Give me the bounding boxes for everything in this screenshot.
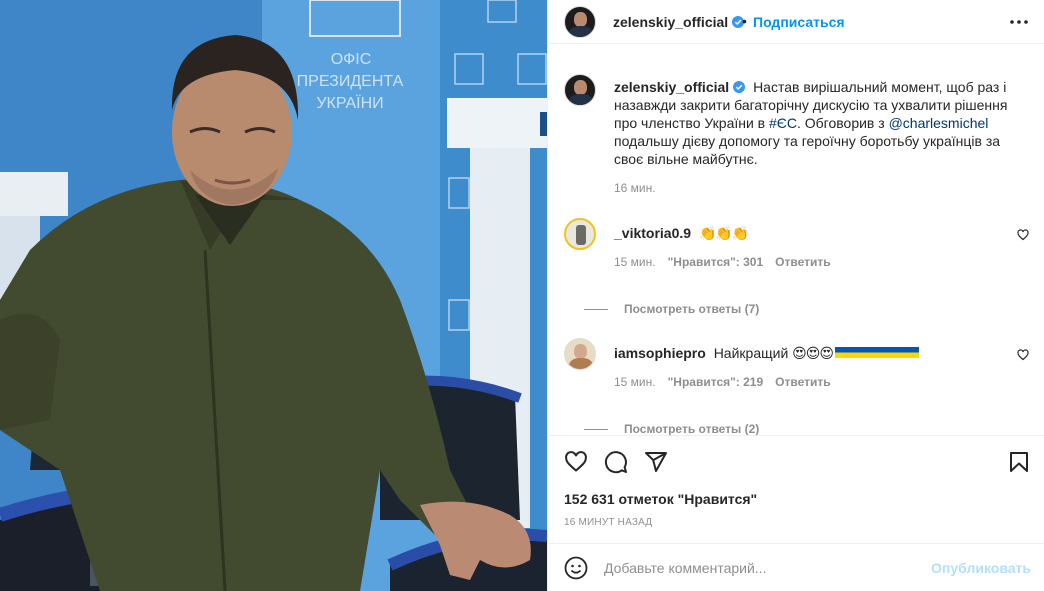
caption-username[interactable]: zelenskiy_official: [614, 79, 746, 95]
bookmark-icon[interactable]: [1007, 450, 1031, 474]
view-replies-button[interactable]: Посмотреть ответы (7): [584, 302, 759, 316]
caption-avatar[interactable]: [564, 74, 596, 106]
comment-item: iamsophiepro Найкращий 😍😍😍 15 мин. "Нрав…: [564, 338, 1029, 435]
instagram-post: ОФІС ПРЕЗИДЕНТА УКРАЇНИ zelenskiy_offici…: [0, 0, 1044, 591]
caption-body-3: подальшу дієву допомогу та героїчну боро…: [614, 133, 1001, 167]
post-actions: 152 631 отметок "Нравится" 16 минут наза…: [548, 435, 1044, 543]
more-horizontal-icon[interactable]: [1007, 10, 1031, 34]
publish-button[interactable]: Опубликовать: [931, 560, 1031, 576]
caption-time[interactable]: 16 мин.: [614, 181, 656, 195]
comment-like-icon[interactable]: [1017, 349, 1029, 361]
comment-item: _viktoria0.9 👏👏👏 15 мин. "Нравится": 301…: [564, 218, 1029, 328]
reply-button[interactable]: Ответить: [775, 255, 830, 269]
author-username[interactable]: zelenskiy_official: [613, 14, 745, 30]
sign-line-3: УКРАЇНИ: [316, 94, 383, 112]
comment-username[interactable]: iamsophiepro: [614, 345, 706, 361]
reply-button[interactable]: Ответить: [775, 375, 830, 389]
view-replies-label: Посмотреть ответы (7): [624, 302, 760, 316]
sign-line-1: ОФІС: [331, 51, 372, 68]
comment-meta: 15 мин. "Нравится": 301 Ответить: [614, 255, 831, 269]
caption-meta: 16 мин.: [614, 181, 656, 195]
header-separator: •: [742, 13, 747, 29]
comment-username[interactable]: _viktoria0.9: [614, 225, 691, 241]
comment-body: 👏👏👏: [698, 225, 749, 241]
photo-illustration: ОФІС ПРЕЗИДЕНТА УКРАЇНИ: [0, 0, 547, 591]
comments-list[interactable]: zelenskiy_official Настав вирішальний мо…: [548, 45, 1044, 435]
view-replies-label: Посмотреть ответы (2): [624, 422, 760, 435]
caption-text: zelenskiy_official Настав вирішальний мо…: [614, 78, 1014, 168]
caption: zelenskiy_official Настав вирішальний мо…: [564, 74, 1029, 204]
heart-icon[interactable]: [564, 450, 588, 474]
follow-button[interactable]: Подписаться: [753, 14, 845, 30]
share-icon[interactable]: [644, 450, 668, 474]
replies-divider: [584, 428, 608, 430]
comment-likes-count[interactable]: "Нравится": 219: [668, 375, 764, 389]
comment-time[interactable]: 15 мин.: [614, 255, 656, 269]
sign-line-2: ПРЕЗИДЕНТА: [297, 73, 404, 90]
ukraine-flag-icon: [834, 347, 919, 358]
emoji-icon[interactable]: [564, 556, 588, 580]
post-header: zelenskiy_official • Подписаться: [548, 0, 1044, 44]
caption-body-2: . Обговорив з: [796, 115, 889, 131]
comment-text: iamsophiepro Найкращий 😍😍😍: [614, 344, 1014, 362]
view-replies-button[interactable]: Посмотреть ответы (2): [584, 422, 759, 435]
comment-avatar[interactable]: [564, 218, 596, 250]
comment-icon[interactable]: [604, 450, 628, 474]
comment-avatar[interactable]: [564, 338, 596, 370]
author-avatar[interactable]: [564, 6, 596, 38]
replies-divider: [584, 308, 608, 310]
post-details-panel: zelenskiy_official • Подписаться zelensk…: [547, 0, 1044, 591]
post-timestamp[interactable]: 16 минут назад: [564, 517, 652, 528]
comment-meta: 15 мин. "Нравится": 219 Ответить: [614, 375, 831, 389]
mention-link[interactable]: @charlesmichel: [889, 115, 989, 131]
likes-count[interactable]: 152 631 отметок "Нравится": [564, 491, 757, 507]
verified-badge-icon: [733, 81, 746, 93]
comment-input[interactable]: [604, 557, 924, 579]
comment-emojis: 😍😍😍: [792, 345, 834, 361]
hashtag-link[interactable]: #ЄС: [769, 115, 797, 131]
comment-time[interactable]: 15 мин.: [614, 375, 656, 389]
comment-body: Найкращий: [713, 345, 789, 361]
add-comment-bar: Опубликовать: [548, 543, 1044, 591]
comment-like-icon[interactable]: [1017, 229, 1029, 241]
comment-likes-count[interactable]: "Нравится": 301: [668, 255, 764, 269]
post-photo[interactable]: ОФІС ПРЕЗИДЕНТА УКРАЇНИ: [0, 0, 547, 591]
comment-text: _viktoria0.9 👏👏👏: [614, 224, 1014, 242]
